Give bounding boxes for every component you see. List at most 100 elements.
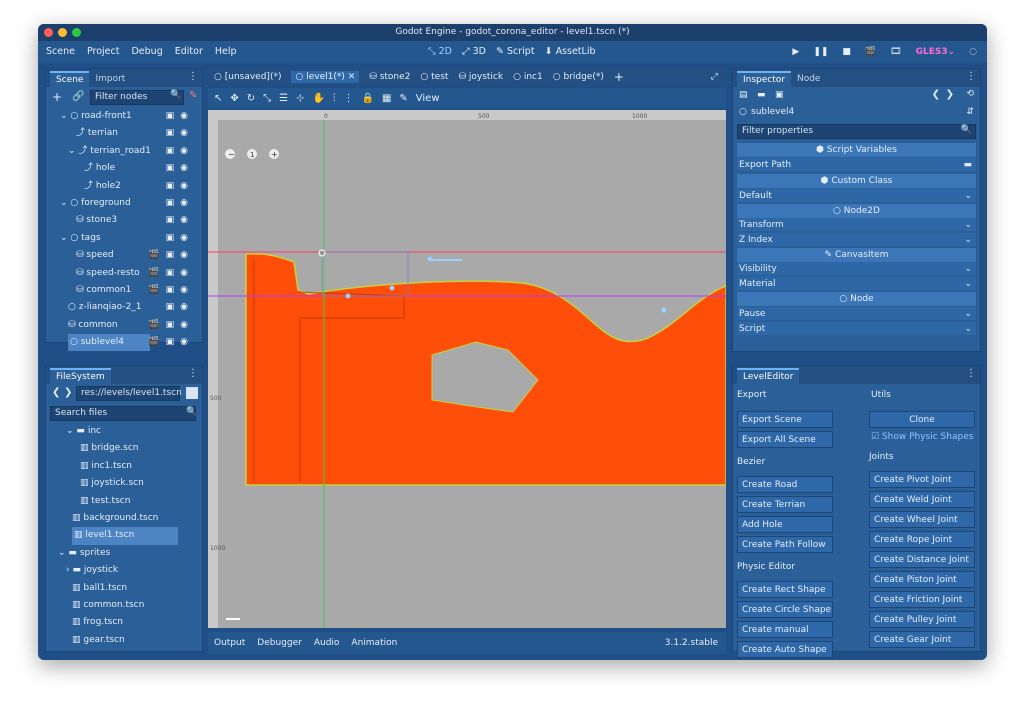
add-node-icon[interactable]: +: [52, 90, 62, 104]
tree-row[interactable]: ⤴ hole2 ▣ ◉: [46, 178, 202, 195]
add-tab-icon[interactable]: +: [614, 70, 624, 84]
script-icon[interactable]: ▣: [166, 317, 175, 334]
lock-icon[interactable]: 🔒: [361, 93, 373, 104]
move-tool-icon[interactable]: ✥: [230, 93, 238, 104]
folder-row[interactable]: ⌄ ▬ sprites: [46, 545, 202, 562]
workspace-3d-button[interactable]: ⤢ 3D: [462, 41, 486, 63]
rotate-tool-icon[interactable]: ↻: [247, 93, 255, 104]
property-script[interactable]: Script ⌄: [737, 322, 976, 336]
visibility-eye-icon[interactable]: ◉: [180, 317, 188, 334]
list-select-icon[interactable]: ☰: [279, 93, 288, 104]
menu-help[interactable]: Help: [215, 41, 237, 63]
visibility-eye-icon[interactable]: ◉: [180, 247, 188, 264]
tree-row[interactable]: ⌄ ○ road-front1 ▣ ◉: [46, 108, 202, 125]
property-transform[interactable]: Transform ⌄: [737, 218, 976, 232]
tree-row[interactable]: ○ z-lianqiao-2_1 ▣ ◉: [46, 299, 202, 316]
tab-output[interactable]: Output: [214, 638, 245, 648]
visibility-eye-icon[interactable]: ◉: [180, 334, 188, 351]
tree-row[interactable]: ⌄ ○ foreground ▣ ◉: [46, 195, 202, 212]
tab-stone2[interactable]: ⛁ stone2: [369, 72, 410, 82]
distraction-free-icon[interactable]: ⤢: [711, 72, 718, 82]
scene-canvas[interactable]: 0 500 1000 500 1000 − 1 +: [208, 110, 726, 628]
file-row[interactable]: ▥ ball1.tscn: [46, 580, 202, 597]
object-properties-icon[interactable]: ⇵: [966, 107, 974, 117]
clapper-icon[interactable]: 🎬: [148, 265, 159, 282]
expand-icon[interactable]: ⌄: [60, 233, 68, 243]
group-icon[interactable]: ▦: [382, 93, 391, 104]
script-icon[interactable]: ▣: [166, 282, 175, 299]
script-icon[interactable]: ▣: [166, 143, 175, 160]
create-piston-joint-button[interactable]: Create Piston Joint: [869, 571, 975, 588]
script-icon[interactable]: ▣: [166, 178, 175, 195]
control-point[interactable]: [389, 285, 395, 291]
section-script-variables[interactable]: ⬢ Script Variables: [737, 143, 976, 157]
tab-test[interactable]: ○ test: [420, 72, 448, 82]
close-tab-icon[interactable]: ✕: [348, 72, 356, 82]
folder-row[interactable]: › ▬ joystick: [46, 562, 202, 579]
folder-icon[interactable]: ▬: [963, 158, 972, 172]
file-row[interactable]: ▥ frog.tscn: [46, 614, 202, 631]
tab-audio[interactable]: Audio: [314, 638, 340, 648]
tab-node[interactable]: Node: [791, 71, 827, 87]
back-icon[interactable]: ❮: [52, 387, 60, 398]
tab-inspector[interactable]: Inspector: [737, 71, 791, 87]
expand-icon[interactable]: ⌄: [60, 198, 68, 208]
visibility-eye-icon[interactable]: ◉: [180, 108, 188, 125]
menu-debug[interactable]: Debug: [131, 41, 162, 63]
new-resource-icon[interactable]: ▤: [739, 90, 748, 100]
script-icon[interactable]: ▣: [166, 230, 175, 247]
file-row[interactable]: ▥ common.tscn: [46, 597, 202, 614]
tab-level-editor[interactable]: LevelEditor: [737, 368, 800, 384]
history-forward-icon[interactable]: ❯: [946, 89, 954, 100]
tab-joystick[interactable]: ⛁ joystick: [458, 72, 503, 82]
control-point[interactable]: [345, 293, 351, 299]
visibility-eye-icon[interactable]: ◉: [180, 230, 188, 247]
section-node[interactable]: ○ Node: [737, 292, 976, 306]
select-tool-icon[interactable]: ↖: [214, 93, 222, 104]
pause-icon[interactable]: ❚❚: [813, 41, 828, 63]
tree-row[interactable]: ⛁ speed-resto 🎬 ▣ ◉: [46, 265, 202, 282]
path-field[interactable]: res://levels/level1.tscn: [76, 386, 182, 401]
script-icon[interactable]: ▣: [166, 265, 175, 282]
create-pulley-joint-button[interactable]: Create Pulley Joint: [869, 611, 975, 628]
tree-row[interactable]: ⤴ hole ▣ ◉: [46, 160, 202, 177]
forward-icon[interactable]: ❯: [64, 387, 72, 398]
view-menu[interactable]: View: [416, 93, 440, 104]
property-default[interactable]: Default ⌄: [737, 189, 976, 203]
create-road-button[interactable]: Create Road: [737, 476, 833, 493]
search-files-input[interactable]: Search files: [50, 406, 196, 421]
scale-tool-icon[interactable]: ⤡: [263, 93, 271, 104]
play-custom-scene-icon[interactable]: 🎞: [890, 41, 901, 63]
file-row[interactable]: ▥ test.tscn: [46, 493, 202, 510]
visibility-eye-icon[interactable]: ◉: [180, 195, 188, 212]
dock-menu-icon[interactable]: ⋮: [966, 71, 976, 82]
tab-scene[interactable]: Scene: [50, 71, 90, 87]
menu-project[interactable]: Project: [87, 41, 120, 63]
create-gear-joint-button[interactable]: Create Gear Joint: [869, 631, 975, 648]
visibility-eye-icon[interactable]: ◉: [180, 282, 188, 299]
tree-row[interactable]: ⌄ ⤴ terrian_road1 ▣ ◉: [46, 143, 202, 160]
file-row[interactable]: ▥ inc1.tscn: [46, 458, 202, 475]
property-z-index[interactable]: Z Index ⌄: [737, 233, 976, 247]
create-circle-shape-button[interactable]: Create Circle Shape: [737, 601, 833, 618]
clapper-icon[interactable]: 🎬: [148, 247, 159, 264]
show-physic-shapes-checkbox[interactable]: ☑ Show Physic Shapes: [871, 432, 973, 442]
pivot-tool-icon[interactable]: ⊹: [296, 93, 304, 104]
tree-row[interactable]: ⛁ speed 🎬 ▣ ◉: [46, 247, 202, 264]
script-icon[interactable]: ▣: [166, 195, 175, 212]
tab-level1[interactable]: ○ level1(*) ✕: [291, 71, 360, 83]
canvas-viewport[interactable]: 0 500 1000 500 1000 − 1 +: [208, 110, 726, 628]
tab-import[interactable]: Import: [89, 71, 131, 87]
dock-menu-icon[interactable]: ⋮: [188, 368, 198, 379]
expand-icon[interactable]: ⌄: [60, 111, 68, 121]
create-path-follow-button[interactable]: Create Path Follow: [737, 536, 833, 553]
script-icon[interactable]: ▣: [166, 108, 175, 125]
section-canvas-item[interactable]: ✎ CanvasItem: [737, 248, 976, 262]
visibility-eye-icon[interactable]: ◉: [180, 265, 188, 282]
pan-tool-icon[interactable]: ✋: [313, 93, 325, 104]
property-pause[interactable]: Pause ⌄: [737, 307, 976, 321]
file-row[interactable]: ▥ bridge.scn: [46, 440, 202, 457]
create-distance-joint-button[interactable]: Create Distance Joint: [869, 551, 975, 568]
visibility-eye-icon[interactable]: ◉: [180, 212, 188, 229]
workspace-2d-button[interactable]: ⤡ 2D: [428, 41, 452, 63]
